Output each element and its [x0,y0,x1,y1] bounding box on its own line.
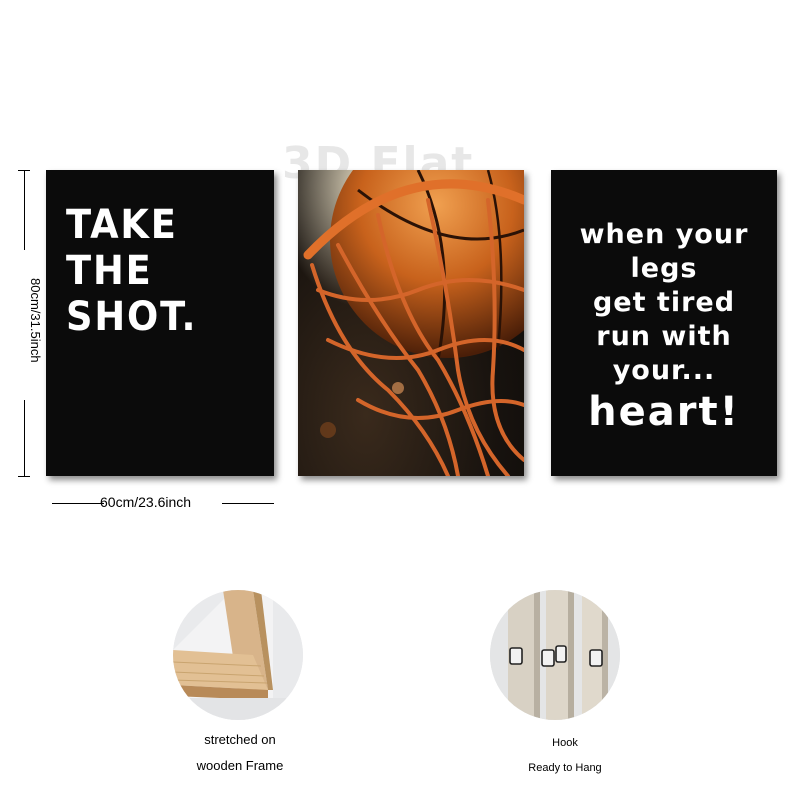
quote-line: legs [630,253,698,284]
hook-caption-line1: Hook [552,737,578,749]
quote-emphasis: heart! [588,389,740,435]
hook-photo [490,590,620,720]
quote-line: get tired [592,287,736,318]
height-bottom-tick [18,476,30,477]
width-dimension-label: 60cm/23.6inch [100,494,192,510]
frame-caption-line2: wooden Frame [196,758,284,773]
quote-when-your-legs: when your legs get tired run with your..… [551,218,777,436]
width-line-right [222,503,274,504]
wooden-frame-photo [173,590,303,720]
width-line-left [52,503,104,504]
frame-caption-line1: stretched on [204,732,276,747]
hook-caption-line2: Ready to Hang [528,762,602,774]
height-line-lower [24,400,25,476]
wooden-frame-illustration [173,590,303,720]
quote-take-the-shot: TAKE THE SHOT. [66,202,197,340]
quote-line: TAKE [66,202,178,248]
hook-illustration [490,590,620,720]
height-dimension-label: 80cm/31.5inch [28,277,43,363]
quote-line: your... [612,355,716,386]
quote-line: when your [579,219,749,250]
height-line-upper [24,170,25,250]
poster-heart-quote: when your legs get tired run with your..… [551,170,777,476]
basketball-hoop-illustration [298,170,524,476]
poster-basketball-photo [298,170,524,476]
quote-line: SHOT. [66,294,198,340]
poster-take-the-shot: TAKE THE SHOT. [46,170,274,476]
quote-line: THE [66,248,153,294]
quote-line: run with [596,321,732,352]
